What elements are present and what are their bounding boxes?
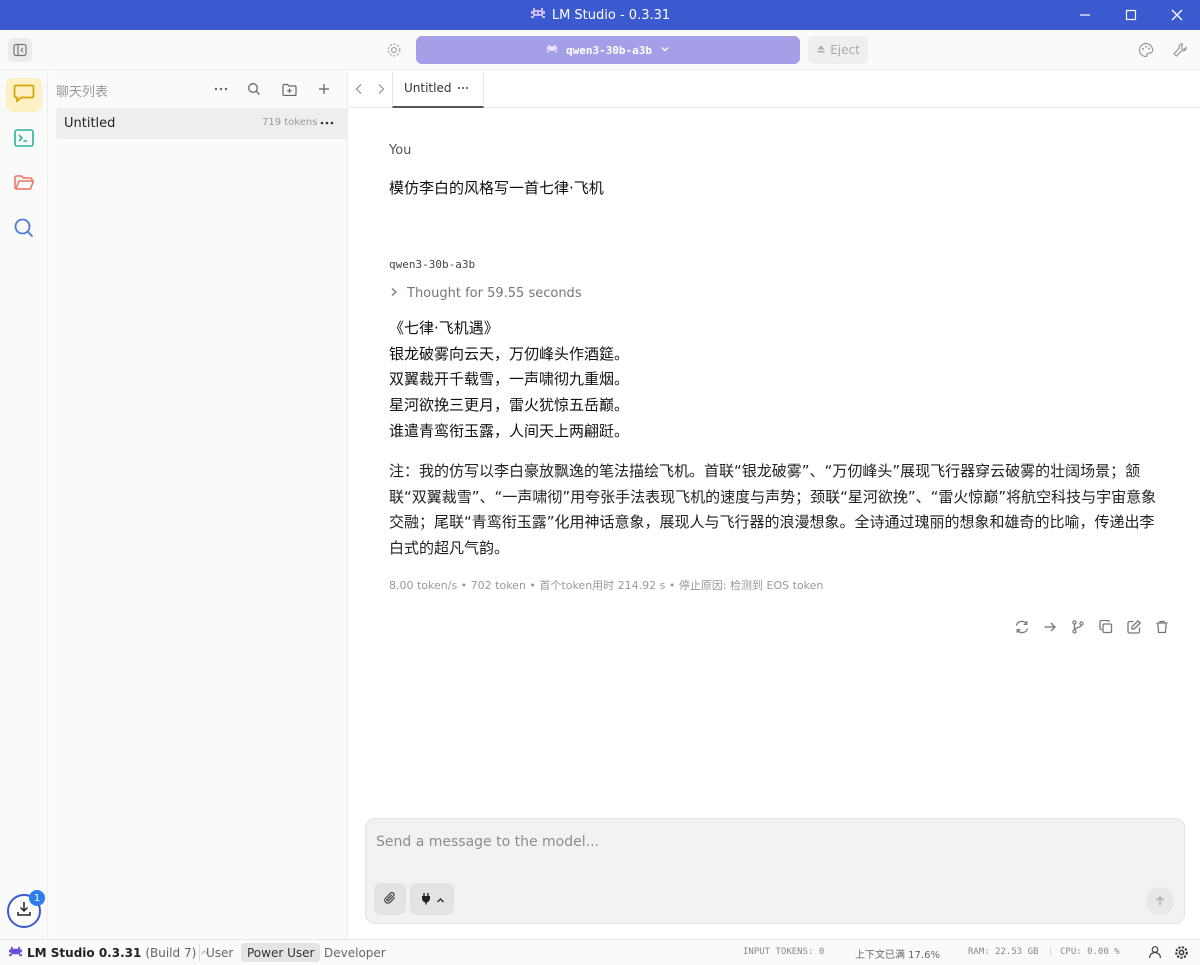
chevron-right-icon: [389, 286, 399, 301]
input-tokens: INPUT TOKENS: 0: [743, 947, 825, 957]
poem-line: 银龙破雾向云天，万仞峰头作酒筵。: [389, 344, 630, 363]
sidebar-toggle-icon[interactable]: [8, 38, 32, 62]
message-actions: [1013, 618, 1171, 636]
continue-icon[interactable]: [1041, 618, 1059, 636]
wrench-icon[interactable]: [1171, 41, 1189, 59]
thought-label: Thought for 59.55 seconds: [407, 286, 582, 301]
chat-item-title: Untitled: [64, 116, 116, 131]
chat-list-title: 聊天列表: [56, 85, 109, 100]
status-brand: LM Studio 0.3.31 (Build 7): [8, 945, 209, 961]
left-nav-rail: [0, 71, 48, 939]
mode-power-user[interactable]: Power User: [241, 943, 321, 962]
tabs-bar: Untitled: [349, 71, 1200, 108]
back-icon[interactable]: [351, 81, 367, 97]
eject-button[interactable]: Eject: [808, 36, 868, 64]
mode-developer[interactable]: Developer: [318, 943, 392, 962]
chat-item-tokens: 719 tokens: [262, 117, 318, 128]
ram-usage: RAM: 22.53 GB: [968, 947, 1039, 957]
regenerate-icon[interactable]: [1013, 618, 1031, 636]
tab-untitled[interactable]: Untitled: [392, 71, 484, 108]
forward-icon[interactable]: [373, 81, 389, 97]
eject-label: Eject: [830, 43, 860, 57]
chevron-up-icon: [436, 890, 445, 909]
chat-item-more-icon[interactable]: [318, 114, 336, 132]
user-role-label: You: [389, 143, 412, 158]
status-app-name: LM Studio 0.3.31: [27, 946, 142, 960]
nav-chat[interactable]: [6, 78, 42, 112]
tab-label: Untitled: [404, 81, 452, 95]
assistant-model-label: qwen3-30b-a3b: [389, 258, 476, 271]
assistant-poem: 《七律·飞机遇》 银龙破雾向云天，万仞峰头作酒筵。 双翼裁开千载雪，一声啸彻九重…: [389, 316, 1169, 445]
generation-stats: 8.00 token/s • 702 token • 首个token用时 214…: [389, 579, 824, 592]
thought-toggle[interactable]: Thought for 59.55 seconds: [389, 286, 582, 301]
chat-list-panel: 聊天列表 Untitled 719 tokens: [49, 71, 348, 939]
nav-discover[interactable]: [6, 213, 42, 247]
window-title: LM Studio - 0.3.31: [551, 7, 671, 23]
user-icon[interactable]: [1148, 945, 1162, 962]
edit-icon[interactable]: [1125, 618, 1143, 636]
model-selector[interactable]: qwen3-30b-a3b: [416, 36, 800, 64]
settings-gear-icon[interactable]: [1174, 945, 1189, 963]
search-chats-icon[interactable]: [244, 79, 264, 99]
chat-bubble-icon: [13, 83, 35, 107]
conversation-area: You 模仿李白的风格写一首七律·飞机 qwen3-30b-a3b Though…: [349, 108, 1200, 808]
gear-icon[interactable]: [385, 41, 403, 59]
stat-separator: |: [1048, 947, 1054, 957]
message-input[interactable]: [376, 831, 1166, 853]
status-build: (Build 7): [145, 946, 197, 960]
copy-icon[interactable]: [1097, 618, 1115, 636]
eject-icon: [816, 43, 826, 57]
status-bar: LM Studio 0.3.31 (Build 7) User Power Us…: [0, 939, 1200, 965]
title-bar: LM Studio - 0.3.31: [0, 0, 1200, 30]
nav-developer[interactable]: [6, 123, 42, 157]
cpu-usage: CPU: 0.00 %: [1060, 947, 1120, 957]
tab-more-icon[interactable]: [456, 81, 470, 95]
terminal-icon: [13, 128, 35, 152]
poem-line: 双翼裁开千载雪，一声啸彻九重烟。: [389, 370, 630, 389]
message-composer: [365, 818, 1185, 924]
nav-my-models[interactable]: [6, 168, 42, 202]
paperclip-icon: [383, 890, 397, 909]
top-toolbar: qwen3-30b-a3b Eject: [0, 30, 1200, 70]
send-button[interactable]: [1146, 887, 1174, 915]
poem-line: 谁遣青鸾衔玉露，人间天上两翩跹。: [389, 421, 630, 440]
poem-line: 星河欲挽三更月，雷火犹惊五岳巅。: [389, 396, 630, 415]
model-name: qwen3-30b-a3b: [565, 43, 653, 57]
more-icon[interactable]: [211, 79, 231, 99]
palette-icon[interactable]: [1137, 41, 1155, 59]
downloads-badge: 1: [29, 890, 45, 906]
assistant-note: 注：我的仿写以李白豪放飘逸的笔法描绘飞机。首联“银龙破雾”、“万仞峰头”展现飞行…: [389, 462, 1157, 558]
chat-list-header: 聊天列表: [49, 71, 348, 107]
arrow-up-icon: [1154, 892, 1166, 911]
new-folder-icon[interactable]: [279, 79, 299, 99]
app-logo-icon: [8, 945, 23, 961]
close-button[interactable]: [1154, 0, 1200, 30]
folder-icon: [13, 173, 35, 197]
branch-icon[interactable]: [1069, 618, 1087, 636]
context-usage: 上下文已满 17.6%: [855, 950, 940, 961]
integrations-button[interactable]: [410, 883, 454, 915]
maximize-button[interactable]: [1108, 0, 1154, 30]
minimize-button[interactable]: [1062, 0, 1108, 30]
chat-list-item[interactable]: Untitled 719 tokens: [56, 108, 347, 139]
new-chat-icon[interactable]: [314, 79, 334, 99]
attach-button[interactable]: [374, 883, 406, 915]
chevron-down-icon: [660, 44, 670, 57]
plug-icon: [420, 890, 432, 909]
app-logo-icon: [530, 6, 546, 24]
poem-line: 《七律·飞机遇》: [389, 319, 499, 337]
search-icon: [13, 217, 35, 243]
window-title-area: LM Studio - 0.3.31: [0, 0, 1200, 30]
user-message: 模仿李白的风格写一首七律·飞机: [389, 179, 604, 197]
trash-icon[interactable]: [1153, 618, 1171, 636]
mode-user[interactable]: User: [200, 943, 239, 962]
model-logo-icon: [546, 43, 558, 57]
